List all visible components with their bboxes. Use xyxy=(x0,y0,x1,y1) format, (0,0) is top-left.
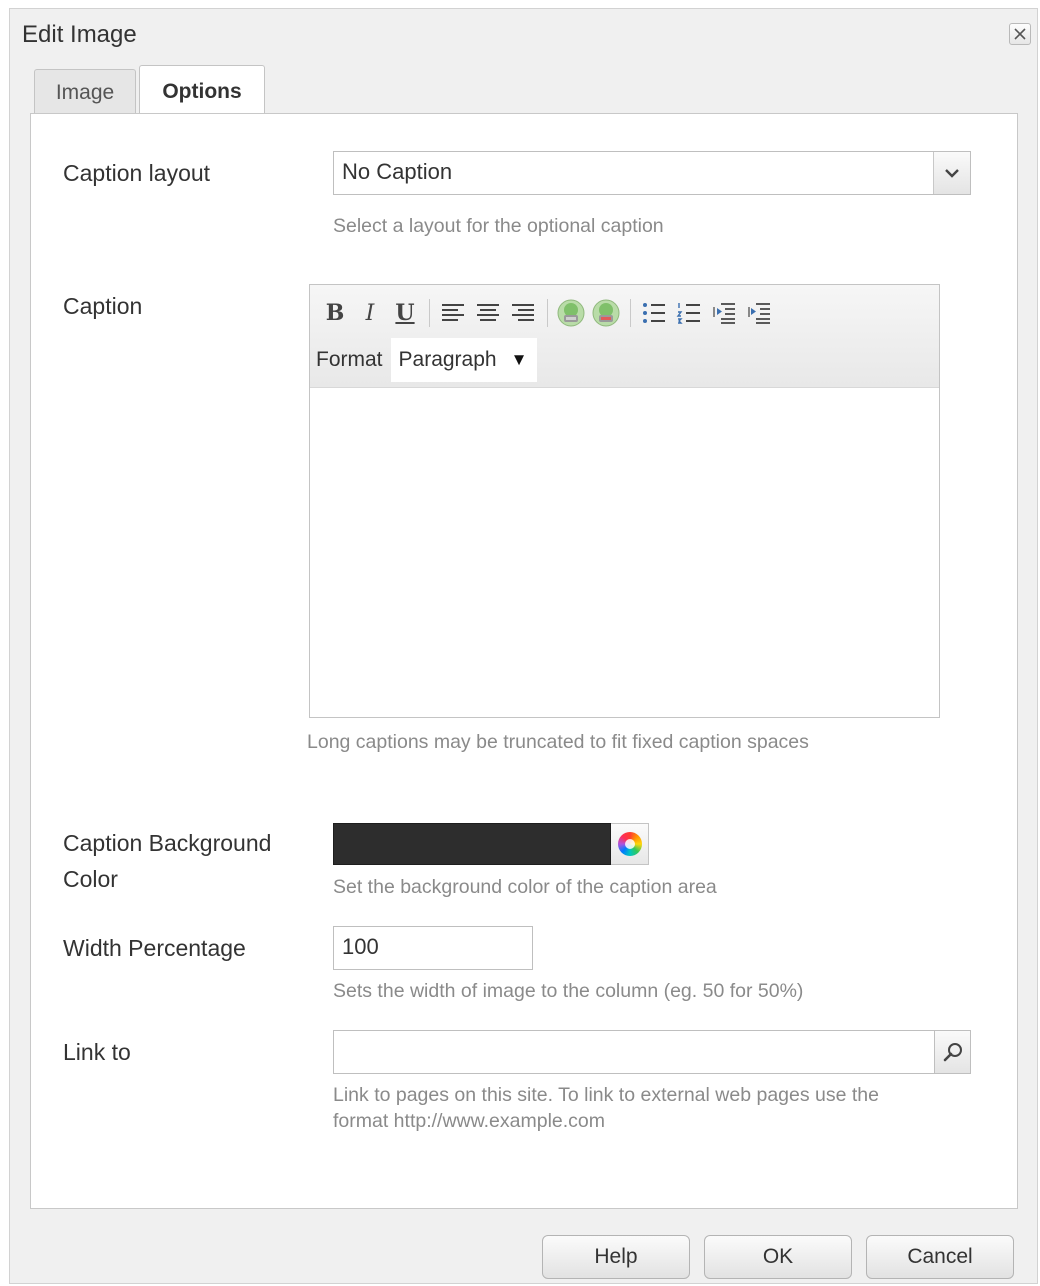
caption-layout-label: Caption layout xyxy=(63,160,211,186)
caption-label: Caption xyxy=(63,293,143,319)
caption-layout-dropdown-button[interactable] xyxy=(933,152,970,194)
search-icon xyxy=(943,1043,962,1062)
format-select[interactable]: Paragraph ▼ xyxy=(390,338,538,382)
link-to-hint-line2: format http://www.example.com xyxy=(333,1110,606,1132)
color-picker-button[interactable] xyxy=(611,823,649,865)
caption-bg-color-label-line1: Caption Background xyxy=(63,830,272,856)
tab-options[interactable]: Options xyxy=(139,65,265,117)
link-to-label: Link to xyxy=(63,1039,131,1065)
bullet-list-icon xyxy=(643,303,665,323)
link-button[interactable] xyxy=(556,296,586,330)
indent-icon xyxy=(748,303,770,324)
indent-button[interactable] xyxy=(744,296,774,330)
tab-image[interactable]: Image xyxy=(34,69,136,115)
format-value: Paragraph xyxy=(398,348,497,371)
format-row: Format Paragraph ▼ xyxy=(316,337,538,383)
bold-icon: B xyxy=(325,300,345,326)
chevron-down-icon xyxy=(945,169,959,178)
outdent-icon xyxy=(713,303,735,324)
caption-editor-body[interactable] xyxy=(310,388,939,717)
tab-options-label: Options xyxy=(162,79,242,103)
toolbar-separator xyxy=(429,299,430,327)
width-percentage-hint: Sets the width of image to the column (e… xyxy=(333,980,804,1002)
outdent-button[interactable] xyxy=(709,296,739,330)
numbered-list-button[interactable] xyxy=(674,296,704,330)
align-left-icon xyxy=(442,304,464,321)
italic-button[interactable]: I xyxy=(355,296,385,330)
dialog-title: Edit Image xyxy=(22,21,137,48)
unlink-button[interactable] xyxy=(591,296,621,330)
italic-icon: I xyxy=(365,300,375,326)
caption-bg-color-hint: Set the background color of the caption … xyxy=(333,876,717,898)
caret-down-icon: ▼ xyxy=(510,350,528,369)
ok-button[interactable]: OK xyxy=(704,1235,852,1279)
color-wheel-icon xyxy=(617,832,642,856)
link-to-hint-line1: Link to pages on this site. To link to e… xyxy=(333,1084,879,1106)
align-left-button[interactable] xyxy=(438,296,468,330)
align-center-icon xyxy=(477,304,499,321)
options-panel: Caption layout No Caption Select a layou… xyxy=(30,113,1018,1209)
tab-image-label: Image xyxy=(55,80,115,104)
caption-layout-value: No Caption xyxy=(342,159,453,184)
close-icon xyxy=(1014,28,1026,40)
numbered-list-icon xyxy=(676,303,700,324)
toolbar-separator xyxy=(547,299,548,327)
toolbar-separator xyxy=(630,299,631,327)
caption-layout-select[interactable]: No Caption xyxy=(333,151,971,195)
unlink-icon xyxy=(592,299,620,327)
link-to-input[interactable] xyxy=(333,1030,935,1074)
format-label: Format xyxy=(316,348,383,371)
edit-image-dialog: Edit Image Image Options Caption layout … xyxy=(9,8,1038,1284)
underline-icon: U xyxy=(395,300,415,326)
width-percentage-input[interactable]: 100 xyxy=(333,926,533,970)
align-right-icon xyxy=(512,304,534,321)
caption-bg-color-label-line2: Color xyxy=(63,866,118,892)
width-percentage-label: Width Percentage xyxy=(63,935,246,961)
caption-hint: Long captions may be truncated to fit fi… xyxy=(307,731,809,753)
underline-button[interactable]: U xyxy=(390,296,420,330)
align-center-button[interactable] xyxy=(473,296,503,330)
bold-button[interactable]: B xyxy=(320,296,350,330)
link-icon xyxy=(557,299,585,327)
align-right-button[interactable] xyxy=(508,296,538,330)
help-button[interactable]: Help xyxy=(542,1235,690,1279)
bullet-list-button[interactable] xyxy=(639,296,669,330)
link-search-button[interactable] xyxy=(935,1030,971,1074)
close-button[interactable] xyxy=(1009,23,1031,45)
editor-toolbar: B I U Format Paragraph ▼ xyxy=(310,285,939,388)
caption-layout-hint: Select a layout for the optional caption xyxy=(333,215,664,237)
caption-bg-color-swatch[interactable] xyxy=(333,823,611,865)
editor-toolbar-row: B I U xyxy=(320,291,779,335)
dialog-titlebar[interactable]: Edit Image xyxy=(10,9,1037,57)
caption-rich-text-editor: B I U Format Paragraph ▼ xyxy=(309,284,940,718)
cancel-button[interactable]: Cancel xyxy=(866,1235,1014,1279)
